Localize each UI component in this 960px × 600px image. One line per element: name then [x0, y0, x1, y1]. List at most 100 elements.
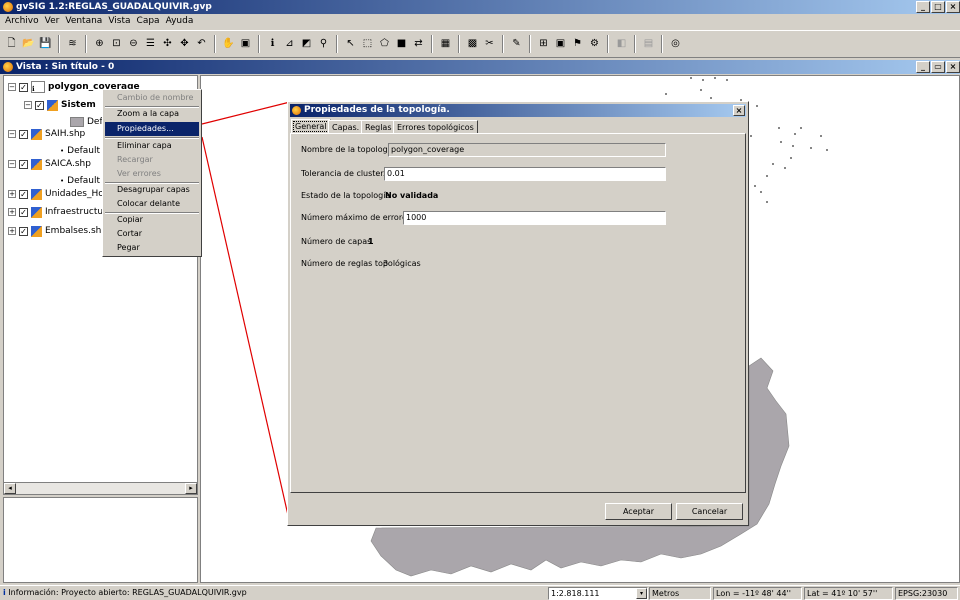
scale-field[interactable]: 1:2.818.111	[548, 587, 648, 600]
close-icon[interactable]: ×	[946, 1, 960, 13]
layers-icon[interactable]: ≋	[65, 37, 80, 52]
topology-layer-icon: ℹ	[31, 81, 45, 93]
menu-capa[interactable]: Capa	[134, 14, 163, 28]
topology-frame-icon[interactable]: ⊞	[536, 37, 551, 52]
toc-layer-infraestructuras[interactable]: + ✓ Infraestructu	[8, 205, 103, 219]
scroll-right-icon[interactable]: ▸	[185, 483, 197, 494]
tab-errores[interactable]: Errores topológicos	[393, 120, 478, 134]
toc-layer-embalses[interactable]: + ✓ Embalses.shp	[8, 224, 107, 238]
status-info: i Información: Proyecto abierto: REGLAS_…	[1, 587, 547, 600]
layer-checkbox[interactable]: ✓	[19, 129, 28, 139]
save-icon[interactable]: 💾	[38, 37, 53, 52]
zoom-full-icon[interactable]: ✣	[160, 37, 175, 52]
topology-validate-icon[interactable]: ▣	[553, 37, 568, 52]
toolbar-separator	[502, 35, 504, 53]
toolbar-separator	[661, 35, 663, 53]
select-rect-icon[interactable]: ⬚	[360, 37, 375, 52]
topology-name-field[interactable]: polygon_coverage	[388, 143, 666, 157]
tab-general[interactable]: General	[291, 119, 331, 134]
main-toolbar: 🗋 📂 💾 ≋ ⊕ ⊡ ⊖ ☰ ✣ ✥ ↶ ✋ ▣ ℹ ⊿ ◩ ⚲ ↖ ⬚ ⬠ …	[0, 30, 960, 58]
locator-icon[interactable]: ▣	[238, 37, 253, 52]
zoom-window-icon[interactable]: ⊡	[109, 37, 124, 52]
menu-item-reload[interactable]: Recargar	[105, 153, 199, 167]
expand-icon[interactable]: +	[8, 227, 16, 235]
measure-area-icon[interactable]: ◩	[299, 37, 314, 52]
hyperlink-icon[interactable]: ⚲	[316, 37, 331, 52]
view-close-icon[interactable]: ×	[946, 61, 960, 73]
dialog-close-icon[interactable]: ×	[733, 105, 745, 116]
expand-icon[interactable]: +	[8, 208, 16, 216]
help-icon[interactable]: ◎	[668, 37, 683, 52]
menu-item-remove-layer[interactable]: Eliminar capa	[105, 139, 199, 153]
topology-fix-icon[interactable]: ⚙	[587, 37, 602, 52]
view-minimize-icon[interactable]: _	[916, 61, 930, 73]
layer-checkbox[interactable]: ✓	[19, 189, 28, 199]
toolbar-separator	[431, 35, 433, 53]
menu-item-properties[interactable]: Propiedades...	[105, 122, 199, 136]
invert-selection-icon[interactable]: ⇄	[411, 37, 426, 52]
collapse-icon[interactable]: −	[8, 160, 16, 168]
layer-checkbox[interactable]: ✓	[19, 207, 28, 217]
menu-item-cut[interactable]: Cortar	[105, 227, 199, 241]
tools-icon[interactable]: ✂	[482, 37, 497, 52]
attribute-table-icon[interactable]: ▦	[438, 37, 453, 52]
zoom-in-icon[interactable]: ⊕	[92, 37, 107, 52]
tab-reglas[interactable]: Reglas	[361, 120, 396, 134]
menu-item-view-errors[interactable]: Ver errores	[105, 167, 199, 181]
collapse-icon[interactable]: −	[8, 130, 16, 138]
scroll-left-icon[interactable]: ◂	[4, 483, 16, 494]
layer-checkbox[interactable]: ✓	[19, 159, 28, 169]
tab-capas[interactable]: Capas.	[328, 120, 364, 134]
topology-errors-icon[interactable]: ⚑	[570, 37, 585, 52]
menu-ventana[interactable]: Ventana	[62, 14, 105, 28]
expand-icon[interactable]: +	[8, 190, 16, 198]
zoom-out-icon[interactable]: ⊖	[126, 37, 141, 52]
menu-archivo[interactable]: Archivo	[2, 14, 42, 28]
layer-checkbox[interactable]: ✓	[35, 100, 44, 110]
toc-layer-saica[interactable]: − ✓ SAICA.shp	[8, 157, 91, 171]
menu-item-copy[interactable]: Copiar	[105, 213, 199, 227]
menu-vista[interactable]: Vista	[105, 14, 133, 28]
new-file-icon[interactable]: 🗋	[4, 37, 19, 52]
minimize-icon[interactable]: _	[916, 1, 930, 13]
edit-icon[interactable]: ✎	[509, 37, 524, 52]
pan-hand-icon[interactable]: ✋	[221, 37, 236, 52]
collapse-icon[interactable]: −	[24, 101, 32, 109]
menu-item-ungroup[interactable]: Desagrupar capas	[105, 183, 199, 197]
menu-item-rename[interactable]: Cambio de nombre	[105, 91, 199, 105]
select-layer-icon[interactable]: ■	[394, 37, 409, 52]
max-errors-field[interactable]: 1000	[403, 211, 666, 225]
menu-item-bring-front[interactable]: Colocar delante	[105, 197, 199, 211]
zoom-extent-icon[interactable]: ✥	[177, 37, 192, 52]
select-arrow-icon[interactable]: ↖	[343, 37, 358, 52]
zoom-previous-icon[interactable]: ↶	[194, 37, 209, 52]
tab-panel-general: Nombre de la topología polygon_coverage …	[290, 133, 746, 493]
dialog-title-bar: Propiedades de la topología. ×	[290, 104, 746, 117]
menu-item-paste[interactable]: Pegar	[105, 241, 199, 255]
open-folder-icon[interactable]: 📂	[21, 37, 36, 52]
maximize-icon[interactable]: □	[931, 1, 945, 13]
collapse-icon[interactable]: −	[8, 83, 16, 91]
vector-layer-icon	[31, 188, 42, 200]
measure-distance-icon[interactable]: ⊿	[282, 37, 297, 52]
menu-ayuda[interactable]: Ayuda	[163, 14, 197, 28]
info-icon: i	[3, 588, 6, 597]
view-restore-icon[interactable]: ▭	[931, 61, 945, 73]
point-symbol-icon: •	[60, 177, 65, 185]
cluster-tolerance-field[interactable]: 0.01	[384, 167, 666, 181]
info-icon[interactable]: ℹ	[265, 37, 280, 52]
toc-horizontal-scrollbar[interactable]: ◂ ▸	[4, 482, 197, 494]
cancel-button[interactable]: Cancelar	[676, 503, 743, 520]
toc-layer-unidades[interactable]: + ✓ Unidades_Ho	[8, 187, 104, 201]
menu-item-zoom-layer[interactable]: Zoom a la capa	[105, 107, 199, 121]
layer-checkbox[interactable]: ✓	[19, 226, 28, 236]
scale-dropdown-icon[interactable]: ▾	[636, 588, 647, 599]
zoom-layers-icon[interactable]: ☰	[143, 37, 158, 52]
toc-layer-sistem[interactable]: − ✓ Sistem	[24, 98, 96, 112]
toc-layer-saih[interactable]: − ✓ SAIH.shp	[8, 127, 85, 141]
accept-button[interactable]: Aceptar	[605, 503, 672, 520]
layer-checkbox[interactable]: ✓	[19, 82, 28, 92]
select-polygon-icon[interactable]: ⬠	[377, 37, 392, 52]
menu-ver[interactable]: Ver	[42, 14, 63, 28]
grid-icon[interactable]: ▩	[465, 37, 480, 52]
